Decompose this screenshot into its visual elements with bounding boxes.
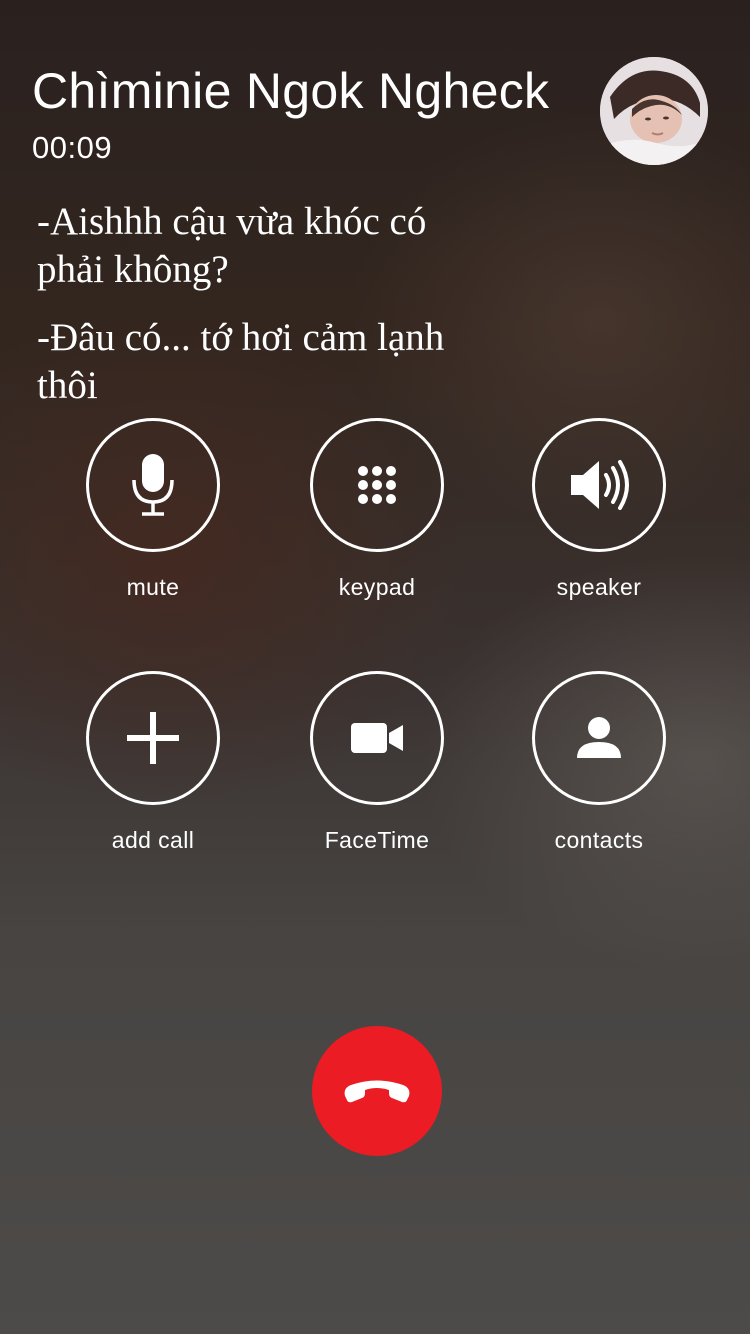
call-timer: 00:09 bbox=[32, 130, 113, 165]
speaker-label: speaker bbox=[556, 574, 642, 600]
keypad-label: keypad bbox=[338, 574, 416, 600]
message-question: -Aishhh cậu vừa khóc có phải không? bbox=[37, 200, 427, 291]
end-call-button[interactable] bbox=[312, 1026, 442, 1156]
facetime-button[interactable]: FaceTime bbox=[287, 671, 467, 854]
contacts-label: contacts bbox=[554, 827, 644, 853]
speaker-icon bbox=[571, 460, 629, 510]
plus-icon bbox=[127, 712, 179, 764]
keypad-ring[interactable] bbox=[310, 418, 444, 552]
keypad-button[interactable]: keypad bbox=[287, 418, 467, 601]
keypad-grid-icon bbox=[358, 466, 396, 504]
microphone-icon bbox=[132, 454, 174, 516]
contacts-button[interactable]: contacts bbox=[509, 671, 689, 854]
video-camera-icon bbox=[351, 723, 403, 753]
person-icon bbox=[577, 717, 621, 758]
message-answer: -Đâu có... tớ hơi cảm lạnh thôi bbox=[37, 316, 445, 407]
phone-hangup-icon bbox=[344, 1080, 410, 1103]
speaker-button[interactable]: speaker bbox=[509, 418, 689, 601]
add-call-button[interactable]: add call bbox=[63, 671, 243, 854]
caller-name: Chìminie Ngok Ngheck bbox=[32, 63, 550, 119]
contacts-ring[interactable] bbox=[532, 671, 666, 805]
avatar bbox=[600, 57, 708, 165]
facetime-ring[interactable] bbox=[310, 671, 444, 805]
mute-ring[interactable] bbox=[86, 418, 220, 552]
facetime-label: FaceTime bbox=[324, 827, 430, 853]
mute-label: mute bbox=[126, 574, 180, 600]
mute-button[interactable]: mute bbox=[63, 418, 243, 601]
speaker-ring[interactable] bbox=[532, 418, 666, 552]
add-call-label: add call bbox=[111, 827, 195, 853]
add-call-ring[interactable] bbox=[86, 671, 220, 805]
avatar-photo bbox=[600, 57, 708, 165]
